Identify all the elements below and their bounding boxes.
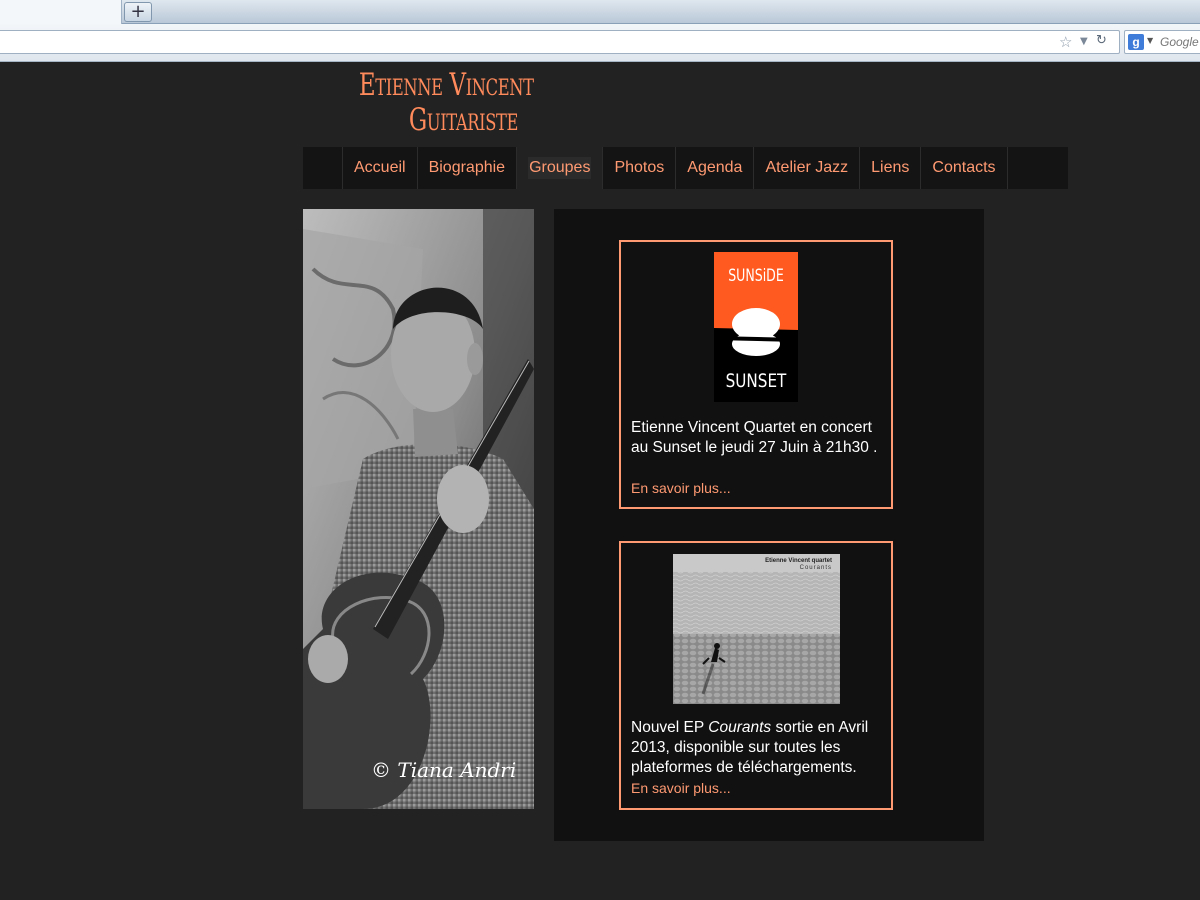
courants-album-cover[interactable]: Etienne Vincent quartet Courants bbox=[673, 554, 840, 704]
photo-credit: © Tiana Andri bbox=[371, 758, 516, 782]
search-bar[interactable]: g ▼ Google bbox=[1124, 30, 1200, 54]
nav-item-contacts[interactable]: Contacts bbox=[921, 147, 1008, 189]
news-text-part: Nouvel EP bbox=[631, 719, 709, 736]
site-title-subtitle: Guitariste bbox=[408, 102, 518, 138]
search-engine-dropdown-icon[interactable]: ▼ bbox=[1147, 36, 1153, 45]
nav-spacer bbox=[303, 147, 343, 189]
browser-toolbar: ☆ ▼ ↻ g ▼ Google bbox=[0, 24, 1200, 62]
nav-item-groupes[interactable]: Groupes bbox=[517, 147, 604, 189]
nav-item-label: Accueil bbox=[354, 159, 406, 176]
album-caption-artist: Etienne Vincent quartet bbox=[765, 558, 832, 564]
nav-item-label: Groupes bbox=[528, 157, 592, 179]
nav-item-liens[interactable]: Liens bbox=[860, 147, 922, 189]
star-icon[interactable]: ☆ bbox=[1059, 33, 1072, 51]
nav-item-accueil[interactable]: Accueil bbox=[343, 147, 418, 189]
browser-tab[interactable] bbox=[0, 0, 122, 24]
browser-tab-bar: + bbox=[0, 0, 1200, 24]
nav-item-photos[interactable]: Photos bbox=[603, 147, 677, 189]
search-placeholder: Google bbox=[1160, 35, 1199, 49]
new-tab-button[interactable]: + bbox=[124, 2, 152, 22]
news-text: Etienne Vincent Quartet en concert au Su… bbox=[631, 419, 878, 456]
history-dropdown-icon[interactable]: ▼ bbox=[1080, 36, 1088, 47]
nav-item-atelier-jazz[interactable]: Atelier Jazz bbox=[754, 147, 861, 189]
nav-item-label: Contacts bbox=[932, 159, 996, 176]
read-more-link[interactable]: En savoir plus... bbox=[631, 780, 731, 796]
google-icon[interactable]: g bbox=[1128, 34, 1144, 50]
site-title[interactable]: Etienne Vincent Guitariste bbox=[303, 67, 534, 138]
nav-item-biographie[interactable]: Biographie bbox=[418, 147, 518, 189]
guitarist-photo: © Tiana Andri bbox=[303, 209, 534, 809]
read-more-link[interactable]: En savoir plus... bbox=[631, 480, 731, 496]
nav-item-label: Liens bbox=[871, 159, 910, 176]
album-caption-title: Courants bbox=[799, 565, 832, 571]
poster-bottom-text: SUNSET bbox=[725, 370, 787, 392]
news-panel: SUNSiDE SUNSET Etienne Vincent Quartet e… bbox=[554, 209, 984, 841]
news-item: Etienne Vincent quartet Courants Nouvel … bbox=[619, 541, 893, 810]
nav-item-label: Agenda bbox=[687, 159, 743, 176]
poster-top-text: SUNSiDE bbox=[728, 266, 784, 286]
sunset-poster-image[interactable]: SUNSiDE SUNSET bbox=[714, 252, 798, 402]
news-item: SUNSiDE SUNSET Etienne Vincent Quartet e… bbox=[619, 240, 893, 509]
nav-item-label: Photos bbox=[614, 159, 665, 176]
nav-item-label: Biographie bbox=[428, 159, 506, 176]
news-text: Nouvel EP Courants sortie en Avril 2013,… bbox=[631, 718, 889, 778]
nav-item-label: Atelier Jazz bbox=[765, 159, 849, 176]
reload-icon[interactable]: ↻ bbox=[1096, 33, 1107, 48]
site-title-name: Etienne Vincent bbox=[358, 67, 534, 103]
main-nav: Accueil Biographie Groupes Photos Agenda… bbox=[303, 147, 1068, 189]
nav-item-agenda[interactable]: Agenda bbox=[676, 147, 755, 189]
address-bar[interactable]: ☆ ▼ ↻ bbox=[0, 30, 1120, 54]
news-text-emphasis: Courants bbox=[708, 719, 772, 736]
